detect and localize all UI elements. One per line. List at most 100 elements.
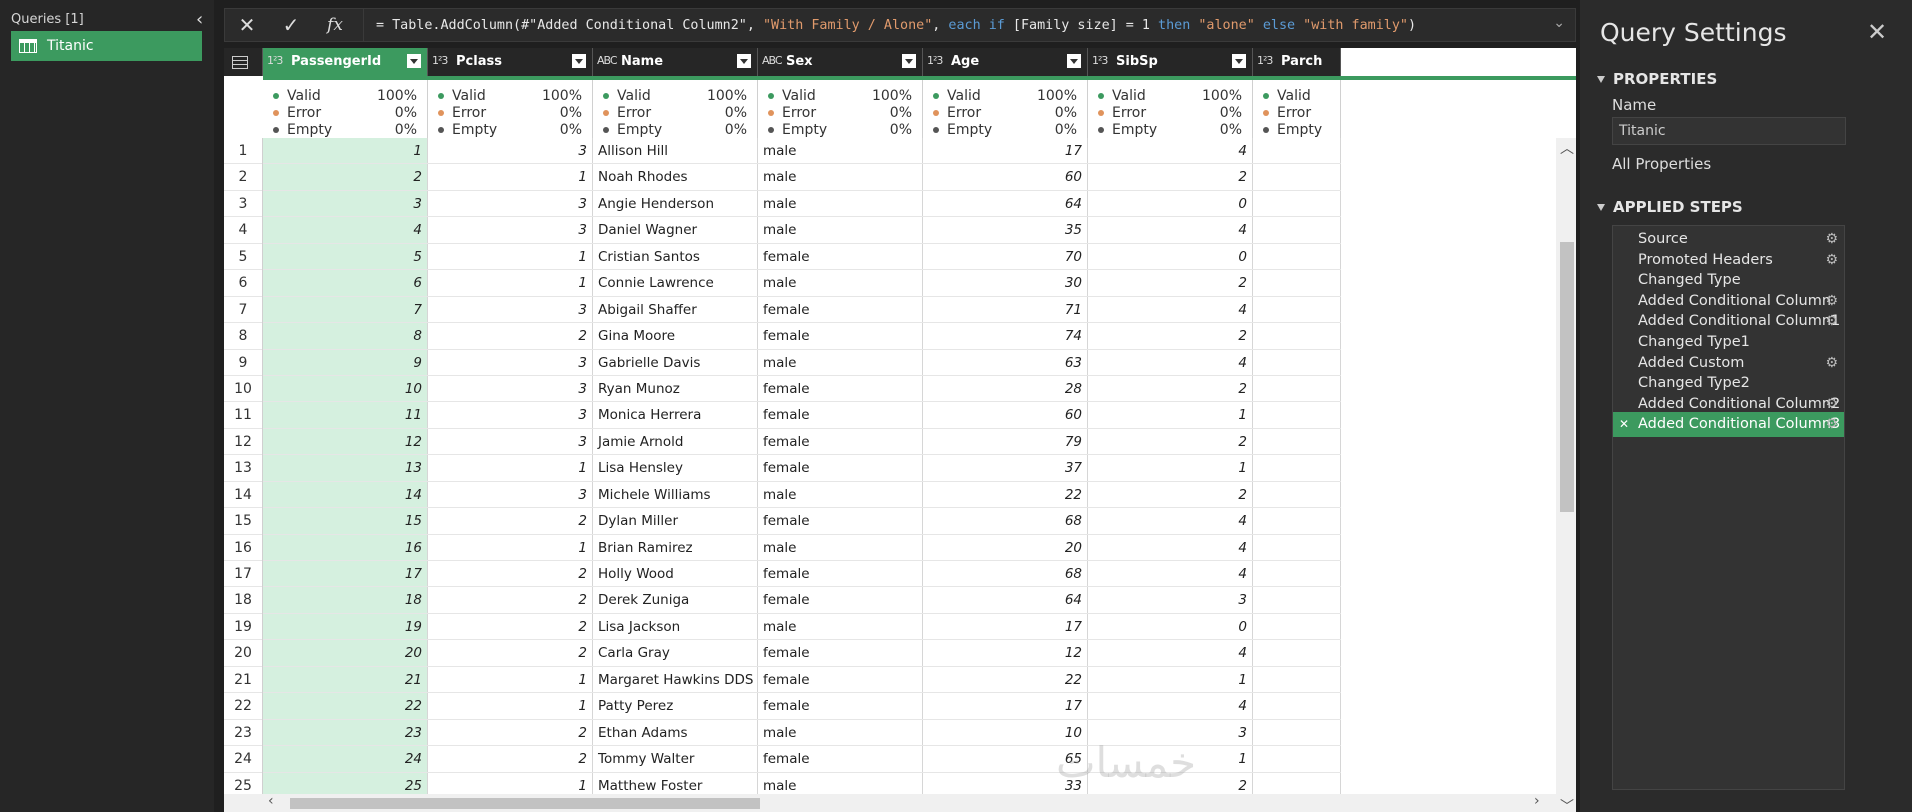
cell-sex[interactable]: male [758,217,923,243]
cell-age[interactable]: 17 [923,138,1088,164]
query-item-titanic[interactable]: Titanic [11,31,202,61]
filter-dropdown-icon[interactable] [1067,54,1081,68]
cell-passengerid[interactable]: 4 [263,217,428,243]
cell-age[interactable]: 37 [923,455,1088,481]
cell-parch[interactable] [1253,164,1341,190]
horizontal-scrollbar[interactable]: ‹ › [224,793,1556,812]
cell-passengerid[interactable]: 10 [263,375,428,402]
cell-passengerid[interactable]: 8 [263,323,428,349]
cell-sibsp[interactable]: 1 [1088,455,1253,481]
cell-sibsp[interactable]: 1 [1088,666,1253,693]
row-number[interactable]: 3 [224,191,262,218]
cell-passengerid[interactable]: 12 [263,428,428,455]
cell-sibsp[interactable]: 4 [1088,217,1253,243]
cell-sibsp[interactable]: 2 [1088,481,1253,508]
cancel-formula-button[interactable]: ✕ [225,9,269,41]
chevron-down-icon[interactable]: ﹀ [1560,796,1574,812]
cell-passengerid[interactable]: 18 [263,587,428,613]
cell-sex[interactable]: female [758,693,923,719]
applied-step[interactable]: ✕ Added Conditional Column3 ⚙ [1613,412,1844,438]
cell-parch[interactable] [1253,508,1341,534]
cell-passengerid[interactable]: 19 [263,613,428,640]
cell-sex[interactable]: female [758,746,923,772]
cell-pclass[interactable]: 3 [428,402,593,428]
cell-pclass[interactable]: 1 [428,243,593,270]
cell-name[interactable]: Holly Wood [593,561,758,587]
cell-parch[interactable] [1253,481,1341,508]
cell-passengerid[interactable]: 1 [263,138,428,164]
cell-sibsp[interactable]: 4 [1088,561,1253,587]
cell-age[interactable]: 63 [923,349,1088,375]
cell-sex[interactable]: female [758,296,923,323]
row-number[interactable]: 20 [224,640,262,667]
chevron-up-icon[interactable]: ︿ [1560,138,1574,158]
cell-age[interactable]: 22 [923,666,1088,693]
cell-passengerid[interactable]: 5 [263,243,428,270]
cell-pclass[interactable]: 2 [428,746,593,772]
cell-sibsp[interactable]: 2 [1088,428,1253,455]
cell-pclass[interactable]: 2 [428,587,593,613]
filter-dropdown-icon[interactable] [407,54,421,68]
cell-sex[interactable]: female [758,323,923,349]
collapse-pane-icon[interactable]: ‹ [196,9,203,30]
cell-sibsp[interactable]: 0 [1088,243,1253,270]
cell-parch[interactable] [1253,296,1341,323]
cell-name[interactable]: Noah Rhodes [593,164,758,190]
column-header-sibsp[interactable]: 1²3 SibSp [1088,48,1253,76]
cell-parch[interactable] [1253,666,1341,693]
vertical-scroll-thumb[interactable] [1560,242,1574,512]
cell-sex[interactable]: male [758,190,923,217]
row-number[interactable]: 9 [224,350,262,376]
cell-sex[interactable]: female [758,666,923,693]
text-type-icon[interactable]: ABC [762,54,783,67]
cell-passengerid[interactable]: 13 [263,455,428,481]
cell-passengerid[interactable]: 20 [263,640,428,666]
filter-dropdown-icon[interactable] [572,54,586,68]
cell-sibsp[interactable]: 2 [1088,164,1253,190]
cell-pclass[interactable]: 1 [428,534,593,560]
cell-parch[interactable] [1253,719,1341,746]
cell-age[interactable]: 20 [923,534,1088,560]
cell-sibsp[interactable]: 4 [1088,534,1253,560]
cell-pclass[interactable]: 2 [428,640,593,666]
cell-passengerid[interactable]: 3 [263,190,428,217]
cell-sibsp[interactable]: 4 [1088,693,1253,719]
cell-age[interactable]: 60 [923,164,1088,190]
cell-age[interactable]: 64 [923,587,1088,613]
cell-sex[interactable]: female [758,508,923,534]
cell-age[interactable]: 28 [923,375,1088,402]
row-number[interactable]: 18 [224,587,262,614]
cell-pclass[interactable]: 3 [428,217,593,243]
cell-name[interactable]: Cristian Santos [593,243,758,270]
cell-age[interactable]: 22 [923,481,1088,508]
cell-age[interactable]: 70 [923,243,1088,270]
cell-pclass[interactable]: 3 [428,296,593,323]
expand-formula-icon[interactable]: ⌄ [1553,15,1565,31]
number-type-icon[interactable]: 1²3 [927,54,943,67]
row-number[interactable]: 6 [224,270,262,297]
number-type-icon[interactable]: 1²3 [1257,54,1273,67]
cell-parch[interactable] [1253,455,1341,481]
cell-sibsp[interactable]: 0 [1088,190,1253,217]
cell-parch[interactable] [1253,534,1341,560]
row-number[interactable]: 21 [224,667,262,694]
cell-passengerid[interactable]: 15 [263,508,428,534]
row-number[interactable]: 7 [224,297,262,324]
row-number[interactable]: 22 [224,693,262,720]
cell-passengerid[interactable]: 16 [263,534,428,560]
cell-parch[interactable] [1253,561,1341,587]
cell-pclass[interactable]: 2 [428,613,593,640]
cell-name[interactable]: Derek Zuniga [593,587,758,613]
cell-pclass[interactable]: 3 [428,481,593,508]
cell-sex[interactable]: female [758,375,923,402]
query-name-input[interactable]: Titanic [1612,117,1846,145]
cell-name[interactable]: Tommy Walter [593,746,758,772]
cell-parch[interactable] [1253,190,1341,217]
cell-name[interactable]: Connie Lawrence [593,270,758,296]
row-number[interactable]: 1 [224,138,262,165]
cell-parch[interactable] [1253,613,1341,640]
cell-sibsp[interactable]: 4 [1088,508,1253,534]
cell-passengerid[interactable]: 11 [263,402,428,428]
row-number[interactable]: 24 [224,746,262,773]
cell-pclass[interactable]: 1 [428,455,593,481]
